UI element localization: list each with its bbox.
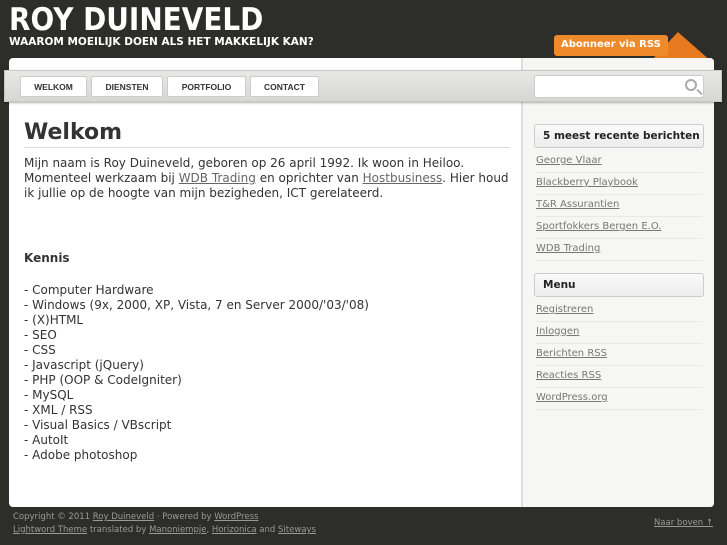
nav-contact[interactable]: CONTACT — [250, 76, 319, 97]
nav-portfolio[interactable]: PORTFOLIO — [167, 76, 246, 97]
translated-by: translated by — [87, 525, 150, 535]
skill-item: - AutoIt — [24, 433, 69, 447]
main-content: Welkom Mijn naam is Roy Duineveld, gebor… — [24, 120, 510, 463]
sidebar-link[interactable]: WDB Trading — [536, 243, 600, 254]
intro-text: en oprichter van — [255, 171, 363, 185]
sidebar-item: Reacties RSS — [536, 366, 702, 388]
wdb-trading-link[interactable]: WDB Trading — [179, 171, 256, 185]
sidebar-link[interactable]: Blackberry Playbook — [536, 177, 638, 188]
hostbusiness-link[interactable]: Hostbusiness — [363, 171, 443, 185]
skill-item: - MySQL — [24, 388, 74, 402]
sidebar-item: Inloggen — [536, 322, 702, 344]
skill-item: - Javascript (jQuery) — [24, 358, 144, 372]
author-link[interactable]: Roy Duineveld — [93, 512, 154, 522]
skill-item: - SEO — [24, 328, 57, 342]
separator: and — [256, 525, 278, 535]
back-to-top-link[interactable]: Naar boven ↑ — [654, 518, 713, 528]
skill-item: - XML / RSS — [24, 403, 93, 417]
skill-item: - Windows (9x, 2000, XP, Vista, 7 en Ser… — [24, 298, 369, 312]
search-icon[interactable] — [685, 79, 697, 91]
wordpress-link[interactable]: WordPress — [214, 512, 258, 522]
page-title: Welkom — [24, 120, 510, 148]
sidebar-link[interactable]: T&R Assurantien — [536, 199, 619, 210]
sidebar-item: WDB Trading — [536, 239, 702, 261]
menu-title: Menu — [534, 273, 704, 297]
skill-item: - Adobe photoshop — [24, 448, 138, 462]
sidebar-link[interactable]: Reacties RSS — [536, 370, 601, 381]
copyright: Copyright © 2011 — [13, 512, 93, 522]
recent-posts-list: George Vlaar Blackberry Playbook T&R Assur… — [536, 151, 702, 261]
nav-diensten[interactable]: DIENSTEN — [91, 76, 163, 97]
powered-by: · Powered by — [154, 512, 215, 522]
sidebar-link[interactable]: Sportfokkers Bergen E.O. — [536, 221, 661, 232]
translator-link[interactable]: Manoniempje — [149, 525, 206, 535]
skill-item: - CSS — [24, 343, 56, 357]
translator-link[interactable]: Horizonica — [212, 525, 257, 535]
kennis-heading: Kennis — [24, 251, 70, 265]
skills-list: - Computer Hardware - Windows (9x, 2000, … — [24, 283, 510, 463]
theme-link[interactable]: Lightword Theme — [13, 525, 87, 535]
sidebar-link[interactable]: Registreren — [536, 304, 593, 315]
skill-item: - (X)HTML — [24, 313, 84, 327]
sidebar-item: George Vlaar — [536, 151, 702, 173]
sidebar-item: Berichten RSS — [536, 344, 702, 366]
recent-posts-title: 5 meest recente berichten — [534, 124, 704, 148]
sidebar-item: Blackberry Playbook — [536, 173, 702, 195]
translator-link[interactable]: Siteways — [278, 525, 316, 535]
skill-item: - Computer Hardware — [24, 283, 154, 297]
site-title[interactable]: ROY DUINEVELD — [9, 2, 263, 38]
menu-list: Registreren Inloggen Berichten RSS Reacties… — [536, 300, 702, 410]
search-input[interactable] — [534, 75, 704, 98]
skill-item: - Visual Basics / VBscript — [24, 418, 172, 432]
sidebar-item: Sportfokkers Bergen E.O. — [536, 217, 702, 239]
sidebar-item: Registreren — [536, 300, 702, 322]
skill-item: - PHP (OOP & CodeIgniter) — [24, 373, 182, 387]
sidebar-link[interactable]: WordPress.org — [536, 392, 608, 403]
nav-bar: WELKOM DIENSTEN PORTFOLIO CONTACT — [4, 70, 722, 102]
site-tagline: WAAROM MOEILIJK DOEN ALS HET MAKKELIJK K… — [9, 36, 314, 48]
sidebar-item: WordPress.org — [536, 388, 702, 410]
sidebar-link[interactable]: Berichten RSS — [536, 348, 607, 359]
intro-paragraph: Mijn naam is Roy Duineveld, geboren op 2… — [24, 156, 510, 201]
sidebar-link[interactable]: Inloggen — [536, 326, 579, 337]
nav-welkom[interactable]: WELKOM — [20, 76, 87, 97]
sidebar-item: T&R Assurantien — [536, 195, 702, 217]
footer: Copyright © 2011 Roy Duineveld · Powered… — [13, 511, 316, 537]
rss-subscribe-button[interactable]: Abonneer via RSS — [554, 35, 668, 56]
sidebar-link[interactable]: George Vlaar — [536, 155, 602, 166]
